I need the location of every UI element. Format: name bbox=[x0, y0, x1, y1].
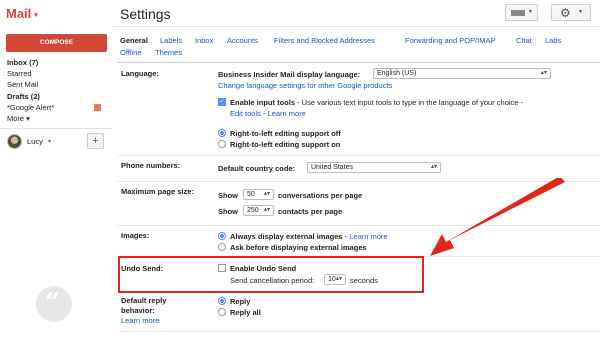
always-display-label: Always display external images bbox=[230, 232, 343, 241]
divider bbox=[118, 331, 600, 332]
conversations-suffix: conversations per page bbox=[278, 191, 363, 200]
country-code-select[interactable]: United States ▴▾ bbox=[307, 162, 441, 173]
tab-forwarding[interactable]: Forwarding and POP/IMAP bbox=[405, 36, 495, 45]
input-tools-links: Edit tools - Learn more bbox=[230, 109, 306, 118]
tab-general[interactable]: General bbox=[120, 36, 148, 45]
settings-gear-button[interactable]: ⚙ ▾ bbox=[551, 4, 591, 21]
ask-before-radio[interactable] bbox=[218, 243, 226, 251]
folder-inbox[interactable]: Inbox (7) bbox=[7, 58, 38, 67]
quote-glyph: “ bbox=[45, 288, 60, 318]
gear-icon: ⚙ bbox=[560, 6, 571, 20]
display-language-value: English (US) bbox=[377, 70, 417, 77]
page-title: Settings bbox=[120, 6, 171, 22]
country-code-value: United States bbox=[311, 164, 354, 171]
avatar[interactable] bbox=[7, 134, 22, 149]
chevron-down-icon: ▾ bbox=[529, 9, 533, 15]
display-language-select[interactable]: English (US) ▴▾ bbox=[373, 68, 551, 79]
chevron-updown-icon: ▴▾ bbox=[540, 70, 547, 76]
page-size-label: Maximum page size: bbox=[121, 187, 194, 196]
hangouts-icon: “ bbox=[36, 286, 72, 322]
tab-labs[interactable]: Labs bbox=[545, 36, 561, 45]
add-contact-button[interactable]: + bbox=[87, 133, 104, 149]
app-brand-menu[interactable]: Mail ▾ bbox=[6, 6, 38, 21]
reply-all-radio[interactable] bbox=[218, 308, 226, 316]
learn-more-link[interactable]: Learn more bbox=[268, 109, 306, 118]
chevron-down-icon: ▾ bbox=[34, 11, 38, 19]
contacts-per-page-select[interactable]: 250 ▴▾ bbox=[243, 205, 274, 216]
user-name[interactable]: Lucy bbox=[27, 137, 43, 146]
edit-tools-link[interactable]: Edit tools bbox=[230, 109, 261, 118]
divider bbox=[118, 62, 600, 63]
divider bbox=[118, 155, 600, 156]
tab-filters[interactable]: Filters and Blocked Addresses bbox=[274, 36, 375, 45]
input-tools-label: Enable input tools bbox=[230, 98, 295, 107]
contacts-suffix: contacts per page bbox=[278, 207, 343, 216]
folder-more[interactable]: More ▾ bbox=[7, 114, 30, 123]
chevron-updown-icon: ▴▾ bbox=[430, 164, 437, 170]
tab-themes[interactable]: Themes bbox=[155, 48, 182, 57]
rtl-off-label: Right-to-left editing support off bbox=[230, 129, 341, 138]
reply-learn-more-link[interactable]: Learn more bbox=[121, 316, 159, 325]
conversations-per-page-select[interactable]: 50 ▴▾ bbox=[243, 189, 274, 200]
conversations-value: 50 bbox=[247, 191, 255, 198]
display-language-label: Business Insider Mail display language: bbox=[218, 70, 361, 79]
label-color-swatch bbox=[94, 104, 101, 111]
chevron-down-icon[interactable]: ▾ bbox=[48, 138, 51, 145]
chevron-updown-icon: ▴▾ bbox=[263, 207, 270, 213]
rtl-off-radio[interactable] bbox=[218, 129, 226, 137]
reply-behavior-label-1: Default reply bbox=[121, 296, 167, 305]
compose-button[interactable]: COMPOSE bbox=[6, 34, 107, 52]
divider bbox=[113, 26, 600, 27]
tab-accounts[interactable]: Accounts bbox=[227, 36, 258, 45]
tab-labels[interactable]: Labels bbox=[160, 36, 182, 45]
chevron-down-icon: ▾ bbox=[579, 9, 583, 15]
language-label: Language: bbox=[121, 69, 159, 78]
tab-offline[interactable]: Offline bbox=[120, 48, 142, 57]
always-display-line: Always display external images - Learn m… bbox=[230, 232, 388, 241]
input-tools-checkbox[interactable]: ✓ bbox=[218, 98, 226, 106]
always-display-radio[interactable] bbox=[218, 232, 226, 240]
show-label: Show bbox=[218, 207, 238, 216]
images-label: Images: bbox=[121, 231, 150, 240]
input-tools-desc: - Use various text input tools to type i… bbox=[295, 98, 524, 107]
folder-drafts[interactable]: Drafts (2) bbox=[7, 92, 40, 101]
display-density-button[interactable]: ▾ bbox=[505, 4, 538, 21]
tab-inbox[interactable]: Inbox bbox=[195, 36, 213, 45]
change-language-link[interactable]: Change language settings for other Googl… bbox=[218, 81, 392, 90]
rtl-on-radio[interactable] bbox=[218, 140, 226, 148]
divider bbox=[0, 128, 113, 129]
input-tools-line: Enable input tools - Use various text in… bbox=[230, 98, 523, 107]
folder-google-alert[interactable]: *Google Alert* bbox=[7, 103, 54, 112]
undo-send-highlight-box bbox=[118, 256, 424, 293]
brand-name: Mail bbox=[6, 6, 32, 21]
rtl-on-label: Right-to-left editing support on bbox=[230, 140, 341, 149]
show-label: Show bbox=[218, 191, 238, 200]
reply-radio[interactable] bbox=[218, 297, 226, 305]
tab-chat[interactable]: Chat bbox=[516, 36, 532, 45]
ask-before-label: Ask before displaying external images bbox=[230, 243, 367, 252]
phone-numbers-label: Phone numbers: bbox=[121, 161, 181, 170]
annotation-arrow-icon bbox=[430, 178, 565, 256]
images-learn-more-link[interactable]: Learn more bbox=[349, 232, 387, 241]
chevron-updown-icon: ▴▾ bbox=[263, 191, 270, 197]
country-code-label: Default country code: bbox=[218, 164, 296, 173]
reply-all-label: Reply all bbox=[230, 308, 261, 317]
reply-label: Reply bbox=[230, 297, 251, 306]
reply-behavior-label-2: behavior: bbox=[121, 306, 155, 315]
folder-sent-mail[interactable]: Sent Mail bbox=[7, 80, 38, 89]
contacts-value: 250 bbox=[247, 207, 259, 214]
density-icon bbox=[511, 10, 525, 16]
folder-starred[interactable]: Starred bbox=[7, 69, 32, 78]
